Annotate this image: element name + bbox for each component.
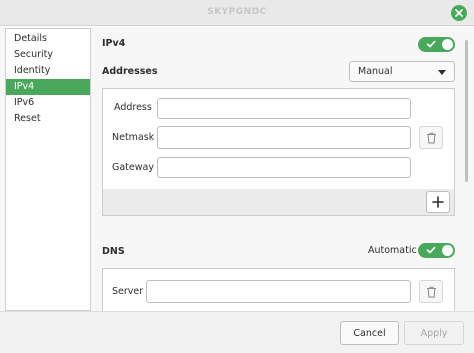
ipv4-toggle[interactable]: [418, 37, 455, 52]
netmask-input[interactable]: [157, 126, 411, 149]
scrollbar[interactable]: [465, 40, 468, 182]
chevron-down-icon: [438, 70, 446, 75]
addresses-method-value: Manual: [358, 66, 393, 77]
trash-icon: [426, 286, 436, 297]
sidebar-item-ipv6[interactable]: IPv6: [6, 95, 90, 111]
dialog-footer: Cancel Apply: [0, 311, 474, 353]
address-label: Address: [114, 102, 152, 113]
addresses-method-dropdown[interactable]: Manual: [349, 61, 455, 82]
toggle-knob: [442, 39, 453, 50]
check-icon: [426, 246, 436, 254]
dns-label: DNS: [102, 246, 125, 257]
close-button[interactable]: [451, 5, 467, 21]
sidebar-item-ipv4[interactable]: IPv4: [6, 79, 90, 95]
address-input[interactable]: [157, 98, 411, 119]
ipv4-label: IPv4: [102, 38, 126, 49]
server-label: Server: [112, 286, 144, 297]
close-icon: [455, 9, 463, 17]
delete-dns-server-button[interactable]: [419, 280, 443, 303]
addresses-label: Addresses: [102, 66, 158, 77]
sidebar-item-security[interactable]: Security: [6, 47, 90, 63]
addresses-box-footer: [102, 189, 455, 216]
add-address-button[interactable]: [426, 191, 450, 213]
title-bar: SKYPGNDC: [0, 0, 474, 26]
cancel-button[interactable]: Cancel: [340, 321, 399, 345]
gateway-label: Gateway: [112, 162, 154, 173]
delete-address-button[interactable]: [419, 126, 443, 149]
dns-automatic-toggle[interactable]: [418, 243, 455, 258]
gateway-input[interactable]: [157, 157, 411, 178]
sidebar-item-identity[interactable]: Identity: [6, 63, 90, 79]
sidebar-item-details[interactable]: Details: [6, 31, 90, 47]
dns-automatic-label: Automatic: [368, 245, 417, 256]
plus-icon: [432, 196, 444, 208]
dns-server-input[interactable]: [146, 280, 411, 303]
sidebar: Details Security Identity IPv4 IPv6 Rese…: [5, 28, 91, 311]
toggle-knob: [442, 245, 453, 256]
trash-icon: [426, 132, 436, 143]
netmask-label: Netmask: [112, 132, 155, 143]
sidebar-item-reset[interactable]: Reset: [6, 111, 90, 127]
window-title: SKYPGNDC: [207, 7, 267, 17]
check-icon: [426, 40, 436, 48]
apply-button[interactable]: Apply: [404, 321, 464, 345]
